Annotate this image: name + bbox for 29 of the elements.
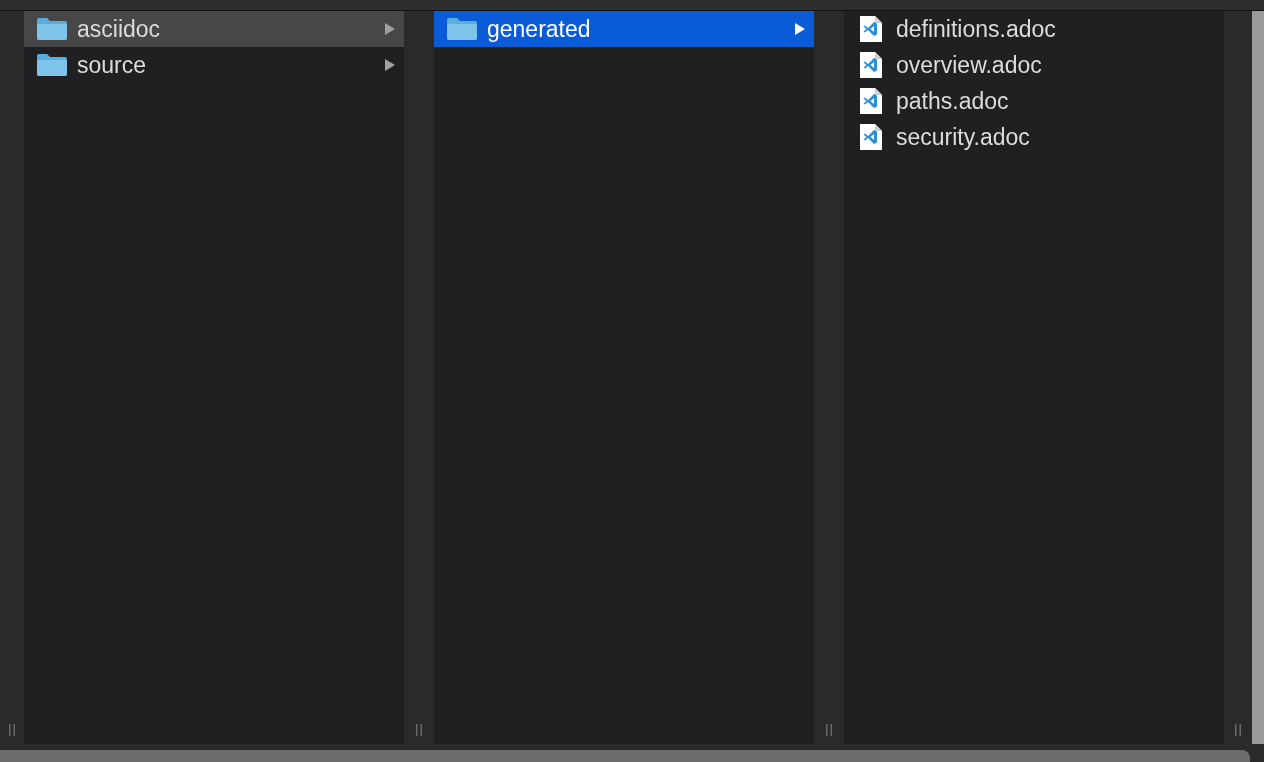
folder-icon <box>36 17 68 41</box>
horizontal-scroll-bar[interactable] <box>0 750 1250 762</box>
document-icon <box>860 88 882 114</box>
disclosure-arrow-icon <box>384 58 396 72</box>
folder-row[interactable]: asciidoc <box>24 11 404 47</box>
folder-row[interactable]: source <box>24 47 404 83</box>
item-name: source <box>77 50 148 80</box>
item-name: asciidoc <box>77 14 162 44</box>
folder-icon <box>446 17 478 41</box>
resize-handle-icon[interactable] <box>825 724 833 736</box>
resize-handle-icon[interactable] <box>8 724 16 736</box>
file-row[interactable]: overview.adoc <box>844 47 1224 83</box>
item-name: generated <box>487 14 592 44</box>
file-row[interactable]: definitions.adoc <box>844 11 1224 47</box>
item-name: overview.adoc <box>895 50 1043 80</box>
file-row[interactable]: security.adoc <box>844 119 1224 155</box>
document-icon <box>860 124 882 150</box>
document-icon <box>860 52 882 78</box>
disclosure-arrow-icon <box>384 22 396 36</box>
resize-handle-icon[interactable] <box>415 724 423 736</box>
file-row[interactable]: paths.adoc <box>844 83 1224 119</box>
item-name: security.adoc <box>895 122 1031 152</box>
document-icon <box>860 16 882 42</box>
resize-handle-icon[interactable] <box>1234 724 1242 736</box>
item-name: paths.adoc <box>895 86 1010 116</box>
folder-icon <box>36 53 68 77</box>
disclosure-arrow-icon <box>794 22 806 36</box>
folder-row[interactable]: generated <box>434 11 814 47</box>
item-name: definitions.adoc <box>895 14 1057 44</box>
